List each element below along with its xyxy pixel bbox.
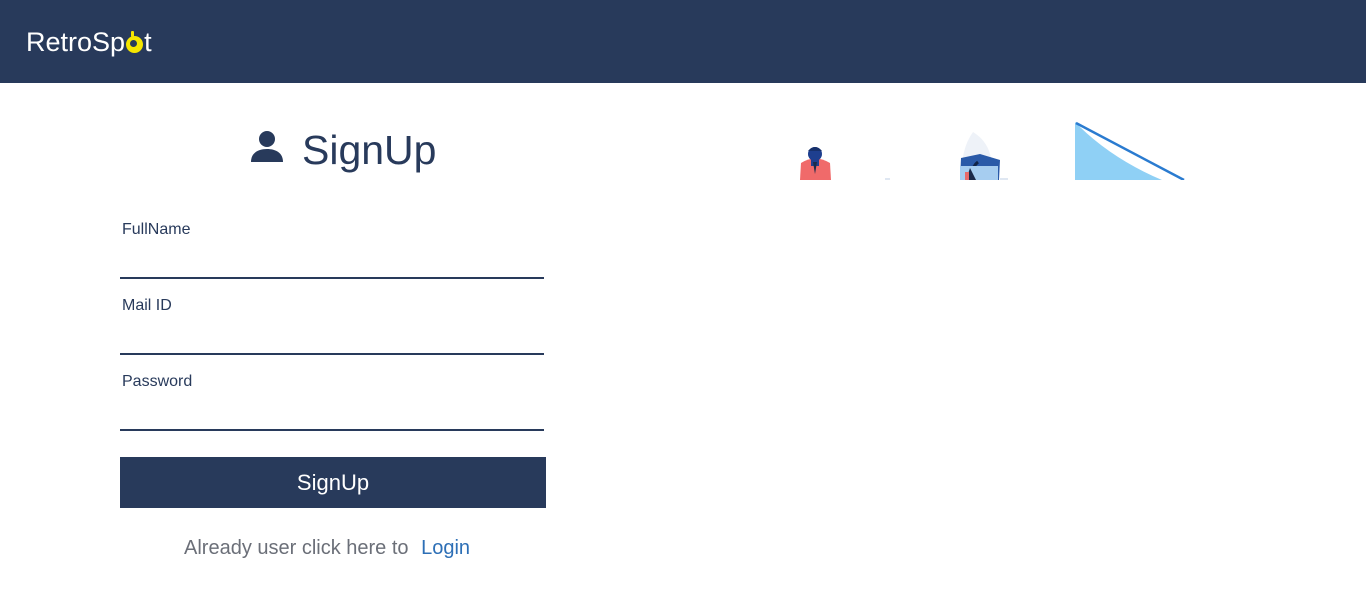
user-icon <box>251 131 283 162</box>
triangle-shape <box>1075 121 1185 180</box>
brand-name-suffix: t <box>144 26 152 57</box>
login-prompt-text: Already user click here to <box>184 537 409 559</box>
signup-button[interactable]: SignUp <box>120 457 546 508</box>
brand-logo[interactable]: RetroSp t <box>26 24 152 60</box>
fullname-label: FullName <box>122 221 191 238</box>
page-title: SignUp <box>302 126 437 173</box>
fullname-input[interactable] <box>120 249 544 279</box>
login-prompt: Already user click here to Login <box>184 537 470 560</box>
signup-heading: SignUp <box>250 124 436 176</box>
mail-id-input[interactable] <box>120 325 544 355</box>
mail-id-label: Mail ID <box>122 297 172 314</box>
illustration-image <box>800 121 1185 180</box>
password-label: Password <box>122 373 193 390</box>
power-o-icon <box>126 30 144 53</box>
person-figure-middle <box>960 132 1008 180</box>
login-link[interactable]: Login <box>421 537 470 559</box>
password-input[interactable] <box>120 401 544 431</box>
top-navbar: RetroSp t <box>0 0 1366 83</box>
person-figure-left <box>800 147 831 180</box>
brand-name-prefix: RetroSp <box>26 26 126 57</box>
signup-illustration <box>790 118 1190 180</box>
